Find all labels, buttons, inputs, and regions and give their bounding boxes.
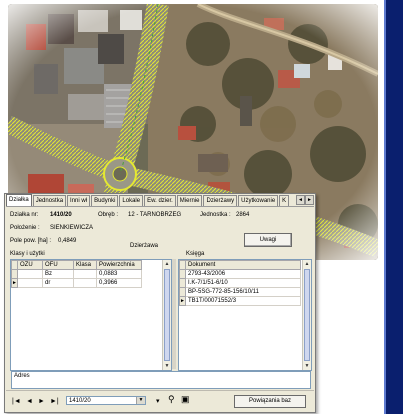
cell-ofu[interactable]: dr	[42, 278, 74, 288]
obreb-value: 12 - TARNOBRZEG	[128, 212, 182, 218]
tab-strip: Działka Jednostka Inni wł Budynki Lokale…	[6, 194, 314, 206]
tab-jednostka[interactable]: Jednostka	[32, 195, 67, 206]
tab-k[interactable]: K	[279, 195, 290, 206]
tab-budynki[interactable]: Budynki	[91, 195, 119, 206]
scroll-thumb[interactable]	[164, 269, 170, 361]
cell-ozu[interactable]	[17, 269, 43, 279]
dzialka-label: Działka nr:	[10, 212, 39, 218]
tab-inni-wl[interactable]: Inni wł	[67, 195, 91, 206]
cell-powierzchnia[interactable]: 0,0883	[96, 269, 142, 279]
scroll-up-icon[interactable]: ▲	[163, 260, 171, 268]
table-row[interactable]: Bz 0,0883	[11, 269, 142, 279]
splitter[interactable]	[172, 259, 176, 369]
list-item[interactable]: I.K-7/1/51-6/10	[179, 278, 301, 288]
tab-dzierzawy[interactable]: Dzierżawy	[203, 195, 238, 206]
prev-record-icon[interactable]: ◄	[26, 398, 33, 405]
record-select[interactable]: 1410/20 ▼	[66, 396, 146, 405]
save-icon[interactable]: ▣	[181, 395, 190, 404]
dzialka-panel: Działka nr: 1410/20 Obręb : 12 - TARNOBR…	[6, 206, 314, 388]
tab-ew-dzier[interactable]: Ew. dzier.	[144, 195, 176, 206]
address-box[interactable]: Adres	[11, 371, 311, 389]
dropdown-small-icon[interactable]: ▾	[156, 398, 160, 405]
dzierzawa-label: Dzierżawa	[130, 243, 159, 249]
polozenie-value: SIENKIEWICZA	[50, 225, 94, 231]
jednostka-label: Jednostka :	[200, 212, 231, 218]
scroll-thumb[interactable]	[304, 269, 310, 361]
tab-scroll-right-icon[interactable]: ►	[305, 195, 314, 205]
col-dokument[interactable]: Dokument	[185, 260, 301, 270]
tab-uzytkowanie[interactable]: Użytkowanie	[238, 195, 279, 206]
cell-dokument[interactable]: I.K-7/1/51-6/10	[185, 278, 301, 288]
tab-scroll-buttons: ◄ ►	[296, 195, 314, 205]
ksiega-title: Księga	[186, 251, 205, 257]
col-ozu[interactable]: OZU	[17, 260, 43, 270]
uwagi-button[interactable]: Uwagi	[244, 233, 292, 247]
tab-lokale[interactable]: Lokale	[119, 195, 144, 206]
cell-dokument[interactable]: BP-5SG-772-85-156/10/11	[185, 287, 301, 297]
col-powierzchnia[interactable]: Powierzchnia	[96, 260, 142, 270]
obreb-label: Obręb :	[98, 212, 119, 218]
address-label: Adres	[14, 373, 30, 379]
ksiega-scrollbar[interactable]: ▲ ▼	[302, 260, 311, 370]
next-record-icon[interactable]: ►	[38, 398, 45, 405]
scroll-up-icon[interactable]: ▲	[303, 260, 311, 268]
first-record-icon[interactable]: |◄	[12, 398, 21, 405]
binoculars-icon[interactable]: ⚲	[168, 395, 175, 404]
pole-label: Pole pow. [ha] :	[10, 238, 52, 244]
dzialka-value: 1410/20	[50, 212, 72, 218]
klasy-grid[interactable]: OZU OFU Klasa Powierzchnia Bz 0,0883 ► d…	[10, 259, 172, 371]
cell-ozu[interactable]	[17, 278, 43, 288]
pole-value: 0,4849	[58, 238, 77, 244]
polozenie-label: Położenie :	[10, 225, 40, 231]
scroll-down-icon[interactable]: ▼	[163, 362, 171, 370]
ksiega-grid[interactable]: Dokument 2793-43/2006 I.K-7/1/51-6/10 BP…	[178, 259, 312, 371]
klasy-title: Klasy i użytki	[10, 251, 45, 257]
list-item[interactable]: 2793-43/2006	[179, 269, 301, 279]
cell-klasa[interactable]	[73, 269, 97, 279]
last-record-icon[interactable]: ►|	[50, 398, 59, 405]
tab-miernie[interactable]: Miernie	[176, 195, 203, 206]
list-item[interactable]: ► TB1T/00071552/3	[179, 296, 301, 306]
tab-scroll-left-icon[interactable]: ◄	[296, 195, 305, 205]
parcel-info-window: Działka Jednostka Inni wł Budynki Lokale…	[4, 193, 316, 413]
powiazania-baz-button[interactable]: Powiązania baz	[234, 395, 306, 408]
tab-dzialka[interactable]: Działka	[6, 194, 32, 206]
right-blue-strip	[386, 0, 403, 414]
cell-dokument[interactable]: 2793-43/2006	[185, 269, 301, 279]
chevron-down-icon[interactable]: ▼	[136, 397, 145, 404]
jednostka-value: 2864	[236, 212, 250, 218]
cell-powierzchnia[interactable]: 0,3966	[96, 278, 142, 288]
klasy-scrollbar[interactable]: ▲ ▼	[162, 260, 171, 370]
cell-dokument[interactable]: TB1T/00071552/3	[185, 296, 301, 306]
cell-ofu[interactable]: Bz	[42, 269, 74, 279]
table-row[interactable]: ► dr 0,3966	[11, 278, 142, 288]
list-item[interactable]: BP-5SG-772-85-156/10/11	[179, 287, 301, 297]
cell-klasa[interactable]	[73, 278, 97, 288]
record-select-value: 1410/20	[69, 398, 91, 404]
bottom-toolbar: |◄ ◄ ► ►| 1410/20 ▼ ▾ ⚲ ▣ Powiązania baz	[6, 390, 314, 411]
scroll-down-icon[interactable]: ▼	[303, 362, 311, 370]
col-klasa[interactable]: Klasa	[73, 260, 97, 270]
col-ofu[interactable]: OFU	[42, 260, 74, 270]
